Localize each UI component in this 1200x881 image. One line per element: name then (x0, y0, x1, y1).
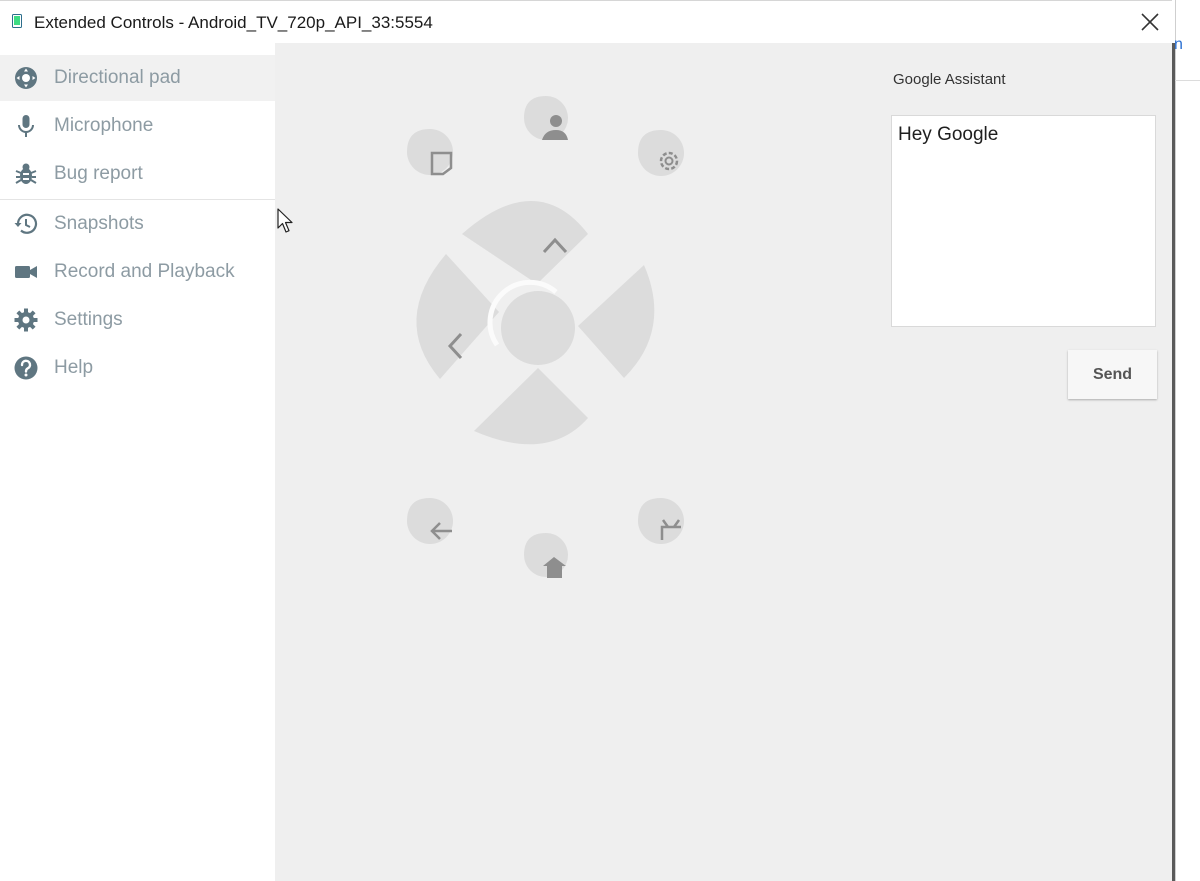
sidebar-item-label: Help (54, 357, 94, 378)
sidebar-item-snapshots[interactable]: Snapshots (0, 201, 275, 247)
microphone-icon (13, 113, 39, 139)
window-title: Extended Controls - Android_TV_720p_API_… (34, 13, 433, 32)
help-icon (13, 355, 39, 381)
sidebar-item-label: Microphone (54, 115, 154, 136)
sidebar-divider (0, 199, 275, 200)
sidebar-item-label: Bug report (54, 163, 143, 184)
bug-icon (13, 161, 39, 187)
tv-button[interactable] (638, 498, 684, 544)
dpad-left-button[interactable] (416, 254, 499, 379)
sidebar-item-bug-report[interactable]: Bug report (0, 151, 275, 197)
sidebar-item-label: Record and Playback (54, 261, 235, 282)
sidebar-item-microphone[interactable]: Microphone (0, 103, 275, 149)
google-assistant-label: Google Assistant (893, 71, 1006, 88)
close-icon (1141, 13, 1159, 31)
home-button[interactable] (524, 533, 568, 578)
sidebar-item-record-and-playback[interactable]: Record and Playback (0, 249, 275, 295)
sidebar-item-label: Settings (54, 309, 123, 330)
sidebar-item-label: Directional pad (54, 67, 181, 88)
sidebar-item-label: Snapshots (54, 213, 144, 234)
bookmark-button[interactable] (407, 129, 453, 176)
sidebar: Directional pad Microphone Bug report Sn… (0, 43, 275, 881)
dpad-down-button[interactable] (474, 368, 588, 445)
app-icon (12, 14, 22, 28)
history-icon (13, 211, 39, 237)
dpad-right-button[interactable] (578, 265, 655, 378)
close-button[interactable] (1130, 5, 1170, 39)
directional-pad (407, 96, 684, 578)
sidebar-item-help[interactable]: Help (0, 345, 275, 391)
mouse-cursor-icon (277, 208, 293, 233)
settings-button[interactable] (638, 130, 684, 176)
profile-button[interactable] (524, 96, 568, 140)
send-button[interactable]: Send (1068, 350, 1157, 399)
background-divider (1175, 80, 1200, 81)
background-window (1175, 0, 1200, 881)
back-button[interactable] (407, 498, 453, 544)
videocam-icon (13, 259, 39, 285)
title-bar: Extended Controls - Android_TV_720p_API_… (0, 0, 1172, 43)
dpad-center-button[interactable] (487, 279, 575, 365)
sidebar-item-settings[interactable]: Settings (0, 297, 275, 343)
dpad-icon (13, 65, 39, 91)
dpad-up-button[interactable] (462, 201, 588, 284)
google-assistant-input[interactable]: Hey Google (891, 115, 1156, 327)
gear-icon (13, 307, 39, 333)
sidebar-item-directional-pad[interactable]: Directional pad (0, 55, 275, 101)
background-window-glyph: n (1174, 36, 1183, 53)
